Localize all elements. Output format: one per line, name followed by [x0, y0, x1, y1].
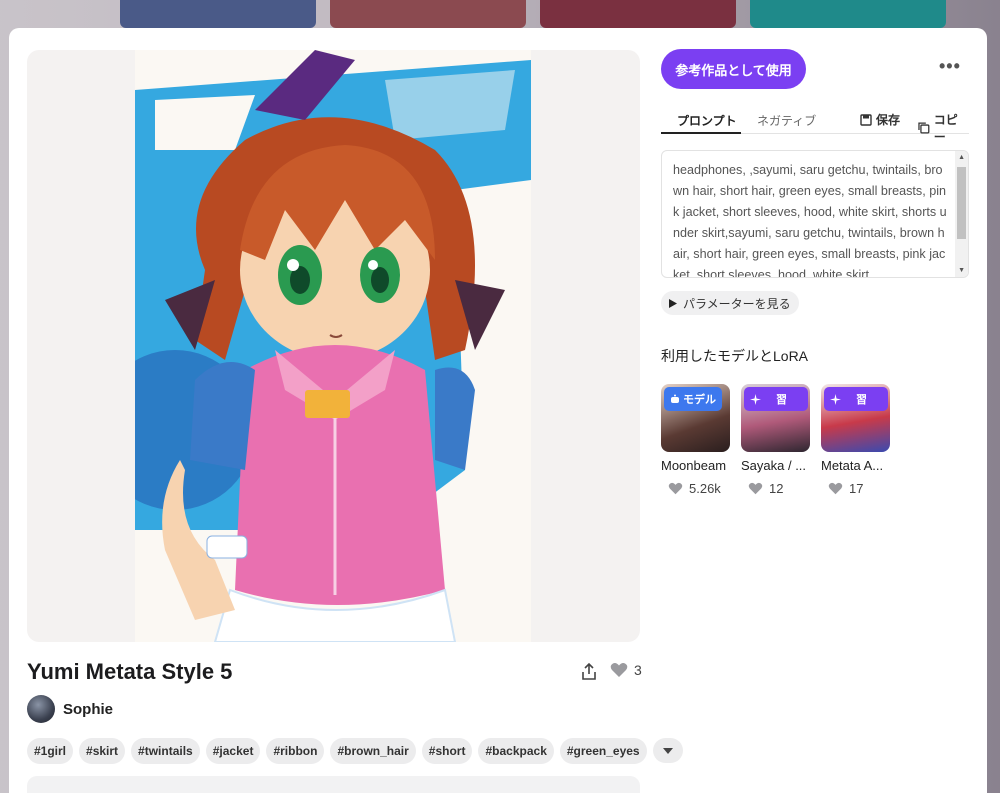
model-list: モデル Moonbeam 5.26k 習 Sayaka / ... 12 習 M…	[661, 384, 890, 496]
model-name: Sayaka / ...	[741, 458, 807, 473]
background-thumbnail	[120, 0, 316, 28]
chevron-down-icon	[662, 747, 673, 754]
work-detail-modal: Yumi Metata Style 5 3 Sophie #1girl #ski…	[9, 28, 987, 793]
share-icon[interactable]	[579, 662, 599, 682]
tag-list: #1girl #skirt #twintails #jacket #ribbon…	[27, 738, 683, 764]
author-link[interactable]: Sophie	[27, 695, 113, 723]
play-triangle-icon	[669, 298, 677, 308]
model-thumbnail: モデル	[661, 384, 730, 452]
copy-label: コピー	[933, 113, 958, 144]
tab-prompt[interactable]: プロンプト	[677, 112, 737, 129]
artwork-image[interactable]	[27, 50, 640, 642]
model-badge: モデル	[664, 387, 722, 411]
tag-chip[interactable]: #1girl	[27, 738, 74, 764]
lora-badge: 習	[824, 387, 888, 411]
background-thumbnail	[750, 0, 946, 28]
background-thumbnail	[540, 0, 736, 28]
scroll-up-icon[interactable]: ▲	[958, 154, 965, 161]
heart-icon	[828, 482, 843, 495]
models-section-title: 利用したモデルとLoRA	[661, 348, 809, 364]
model-name: Moonbeam	[661, 458, 727, 473]
save-label: 保存	[876, 113, 901, 127]
robot-icon	[671, 394, 679, 403]
more-options-icon[interactable]: •••	[939, 56, 961, 77]
background-thumbnail	[330, 0, 526, 28]
expand-tags-button[interactable]	[652, 738, 683, 763]
lora-badge: 習	[744, 387, 808, 411]
tag-chip[interactable]: #short	[421, 738, 473, 764]
prompt-tabs: プロンプト ネガティブ 保存 コピー	[661, 108, 969, 144]
save-icon	[860, 113, 872, 126]
model-card[interactable]: モデル Moonbeam 5.26k	[661, 384, 730, 496]
prompt-textbox[interactable]: headphones, ,sayumi, saru getchu, twinta…	[661, 150, 969, 278]
author-name: Sophie	[63, 700, 114, 718]
work-title: Yumi Metata Style 5	[27, 659, 233, 684]
copy-icon	[918, 122, 930, 134]
view-parameters-button[interactable]: パラメーターを見る	[661, 291, 799, 315]
tag-chip[interactable]: #skirt	[79, 738, 126, 764]
tag-chip[interactable]: #twintails	[131, 738, 200, 764]
tag-chip[interactable]: #jacket	[205, 738, 261, 764]
scroll-thumb[interactable]	[957, 167, 966, 239]
model-thumbnail: 習	[741, 384, 810, 452]
model-thumbnail: 習	[821, 384, 890, 452]
model-card[interactable]: 習 Sayaka / ... 12	[741, 384, 810, 496]
comment-area	[27, 776, 640, 793]
heart-icon	[610, 663, 628, 677]
model-name: Metata A...	[821, 458, 884, 473]
sparkle-icon	[750, 393, 761, 405]
view-parameters-label: パラメーターを見る	[683, 296, 791, 311]
active-tab-indicator	[661, 132, 741, 134]
model-likes: 12	[741, 481, 810, 496]
model-likes: 5.26k	[661, 481, 730, 496]
use-as-reference-button[interactable]: 参考作品として使用	[661, 49, 806, 89]
scroll-down-icon[interactable]: ▼	[958, 267, 965, 274]
like-count: 3	[634, 662, 642, 678]
heart-icon	[668, 482, 683, 495]
heart-icon	[748, 482, 763, 495]
prompt-text: headphones, ,sayumi, saru getchu, twinta…	[673, 163, 947, 278]
avatar	[27, 695, 55, 723]
tag-chip[interactable]: #green_eyes	[559, 738, 647, 764]
model-card[interactable]: 習 Metata A... 17	[821, 384, 890, 496]
like-button[interactable]: 3	[610, 662, 642, 678]
tag-chip[interactable]: #brown_hair	[330, 738, 416, 764]
tag-chip[interactable]: #ribbon	[266, 738, 325, 764]
model-likes: 17	[821, 481, 890, 496]
save-button[interactable]: 保存	[860, 111, 900, 128]
tab-negative[interactable]: ネガティブ	[757, 112, 816, 129]
copy-button[interactable]: コピー	[918, 111, 969, 145]
artwork-illustration	[95, 50, 531, 642]
prompt-scrollbar[interactable]: ▲ ▼	[955, 151, 968, 277]
tag-chip[interactable]: #backpack	[478, 738, 554, 764]
sparkle-icon	[830, 393, 841, 405]
